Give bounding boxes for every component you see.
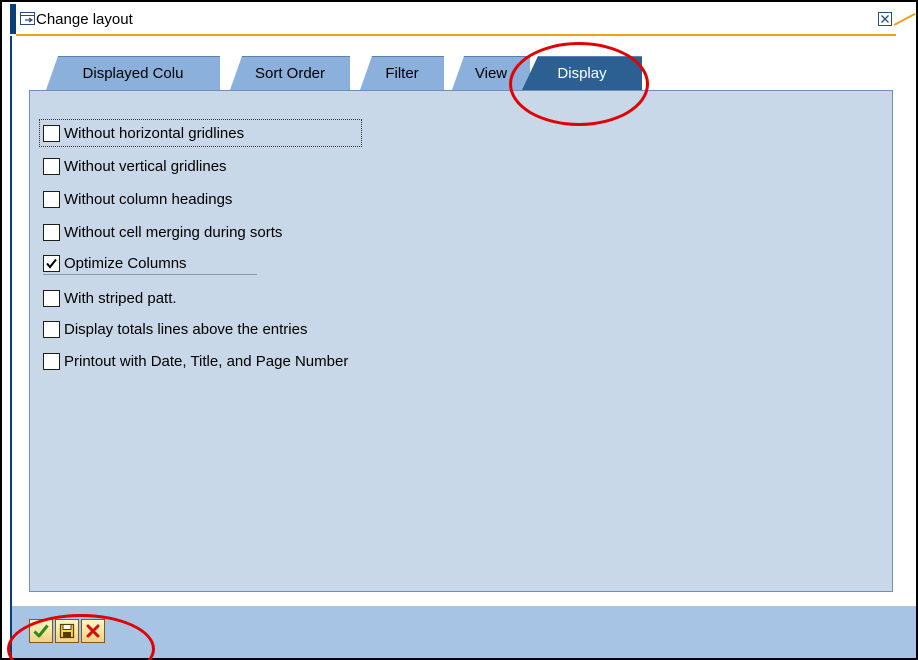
display-options-panel: Without horizontal gridlines Without ver… xyxy=(29,90,893,592)
checkbox-checked[interactable] xyxy=(43,254,60,272)
option-without-column-headings[interactable]: Without column headings xyxy=(43,188,232,210)
checkbox[interactable] xyxy=(43,190,60,208)
close-icon[interactable] xyxy=(878,12,892,26)
option-label: Printout with Date, Title, and Page Numb… xyxy=(64,352,349,370)
save-button[interactable] xyxy=(55,619,79,643)
option-without-cell-merging[interactable]: Without cell merging during sorts xyxy=(43,221,282,243)
checkbox[interactable] xyxy=(43,124,60,142)
confirm-button[interactable] xyxy=(29,619,53,643)
change-layout-dialog: Change layout Displayed Colu Sort Order … xyxy=(0,0,918,660)
option-label: Without horizontal gridlines xyxy=(64,124,245,142)
option-label: Without cell merging during sorts xyxy=(64,223,283,241)
title-bar-accent xyxy=(10,4,16,34)
option-without-horizontal-gridlines[interactable]: Without horizontal gridlines xyxy=(43,122,244,144)
option-label: With striped patt. xyxy=(64,289,177,307)
checkbox[interactable] xyxy=(43,320,60,338)
option-label: Without vertical gridlines xyxy=(64,157,227,175)
option-display-totals-above[interactable]: Display totals lines above the entries xyxy=(43,318,307,340)
option-with-striped-pattern[interactable]: With striped patt. xyxy=(43,287,177,309)
checkbox[interactable] xyxy=(43,289,60,307)
title-bar: Change layout xyxy=(2,2,916,36)
option-label: Display totals lines above the entries xyxy=(64,320,308,338)
tab-sort-order[interactable]: Sort Order xyxy=(230,56,350,90)
title-underline xyxy=(16,34,896,36)
checkmark-icon xyxy=(46,258,57,269)
dialog-toolbar xyxy=(12,606,916,658)
dialog-title: Change layout xyxy=(36,11,133,28)
tab-view[interactable]: View xyxy=(452,56,530,90)
tab-display[interactable]: Display xyxy=(522,56,642,90)
divider xyxy=(43,274,257,275)
option-label: Optimize Columns xyxy=(64,254,187,272)
title-underline-corner xyxy=(893,12,916,26)
tab-strip: Displayed Colu Sort Order Filter View Di… xyxy=(46,56,706,90)
checkbox[interactable] xyxy=(43,352,60,370)
option-without-vertical-gridlines[interactable]: Without vertical gridlines xyxy=(43,155,227,177)
checkbox[interactable] xyxy=(43,157,60,175)
option-printout-with-date-title[interactable]: Printout with Date, Title, and Page Numb… xyxy=(43,350,348,372)
floppy-disk-icon xyxy=(59,623,75,639)
cancel-button[interactable] xyxy=(81,619,105,643)
frame-left-border xyxy=(10,36,12,658)
option-label: Without column headings xyxy=(64,190,233,208)
dialog-icon xyxy=(20,12,36,26)
option-optimize-columns[interactable]: Optimize Columns xyxy=(43,252,187,274)
tab-filter[interactable]: Filter xyxy=(360,56,444,90)
checkmark-icon xyxy=(33,624,49,638)
tab-displayed-columns[interactable]: Displayed Colu xyxy=(46,56,220,90)
cross-icon xyxy=(86,624,100,638)
checkbox[interactable] xyxy=(43,223,60,241)
